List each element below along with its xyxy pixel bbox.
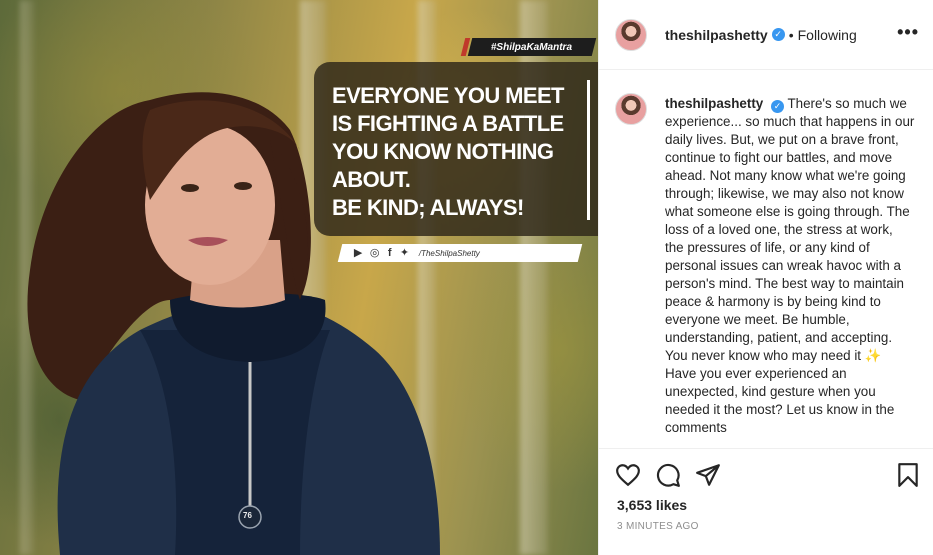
twitter-icon: ✦ (399, 246, 409, 259)
verified-badge-icon: ✓ (771, 28, 785, 41)
following-button[interactable]: Following (798, 27, 857, 43)
caption: theshilpashetty ✓ There's so much we exp… (665, 95, 915, 437)
hashtag-banner: #ShilpaKaMantra (467, 38, 597, 56)
action-bar: 3,653 likes 3 MINUTES AGO (599, 448, 933, 555)
likes-count[interactable]: 3,653 likes (617, 497, 687, 513)
quote-text: EVERYONE YOU MEET IS FIGHTING A BATTLE Y… (332, 82, 582, 222)
quote-line: BE KIND; ALWAYS! (332, 195, 524, 220)
avatar[interactable] (615, 18, 647, 51)
caption-username[interactable]: theshilpashetty (665, 96, 763, 111)
quote-line: EVERYONE YOU MEET (332, 83, 564, 108)
caption-area[interactable]: theshilpashetty ✓ There's so much we exp… (599, 71, 933, 448)
like-heart-icon[interactable] (615, 462, 641, 488)
quote-line: IS FIGHTING A BATTLE (332, 111, 564, 136)
quote-line: YOU KNOW NOTHING ABOUT. (332, 139, 554, 192)
avatar[interactable] (615, 93, 647, 125)
quote-box: EVERYONE YOU MEET IS FIGHTING A BATTLE Y… (314, 62, 598, 236)
quote-accent-bar (587, 80, 590, 220)
social-strip: ▶ ◎ f ✦ /TheShilpaShetty (337, 244, 583, 262)
post-image[interactable]: 76 #ShilpaKaMantra EVERYONE YOU MEET IS … (0, 0, 598, 555)
youtube-icon: ▶ (354, 246, 363, 259)
facebook-icon: f (388, 246, 392, 259)
caption-text: There's so much we experience... so much… (665, 96, 915, 435)
hashtag-text: #ShilpaKaMantra (491, 41, 573, 53)
instagram-icon: ◎ (370, 246, 381, 259)
header-username[interactable]: theshilpashetty (665, 27, 768, 43)
post-header: theshilpashetty ✓ • Following ••• (599, 0, 933, 70)
save-bookmark-icon[interactable] (895, 462, 921, 488)
header-separator: • (788, 26, 794, 43)
more-options-icon[interactable]: ••• (897, 22, 919, 43)
share-icon[interactable] (695, 462, 721, 488)
verified-badge-icon: ✓ (770, 100, 784, 113)
post-timestamp[interactable]: 3 MINUTES AGO (617, 521, 699, 532)
social-handle: /TheShilpaShetty (418, 248, 480, 258)
jacket-tag-text: 76 (243, 511, 252, 520)
post-sidebar: theshilpashetty ✓ • Following ••• theshi… (598, 0, 933, 555)
comment-icon[interactable] (655, 462, 681, 488)
